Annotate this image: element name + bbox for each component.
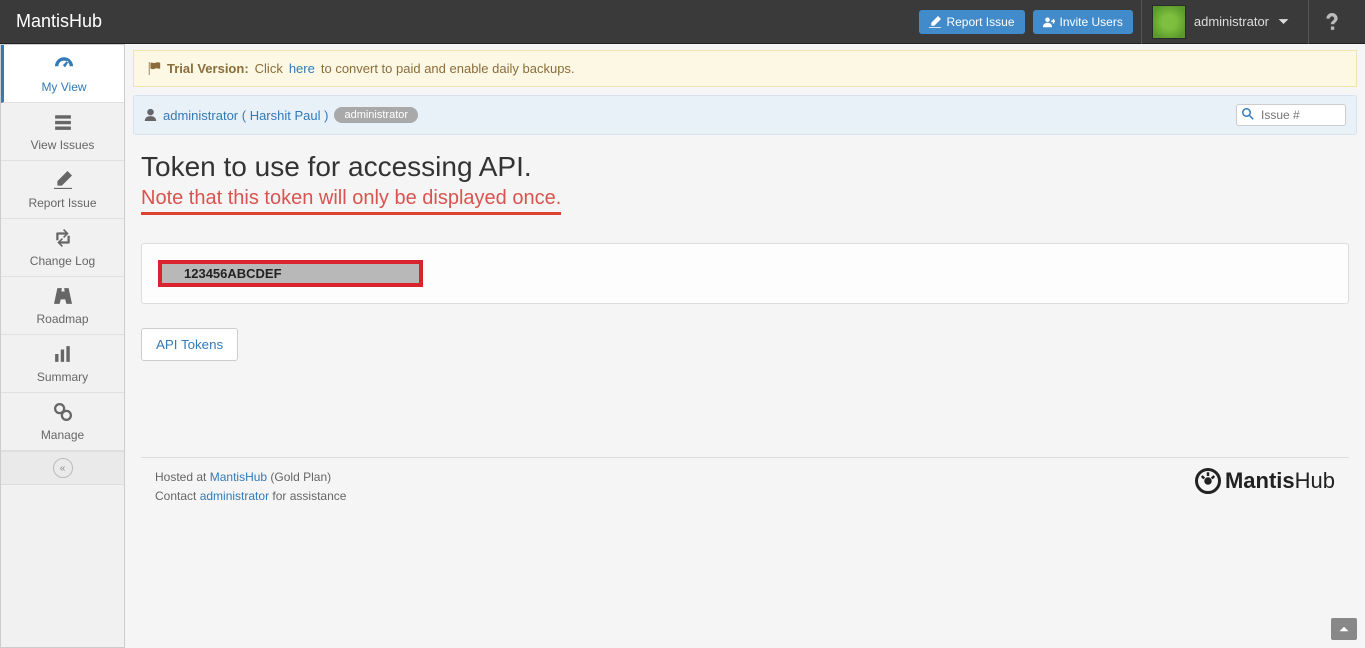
flag-icon: [148, 61, 161, 76]
api-tokens-button[interactable]: API Tokens: [141, 328, 238, 361]
sidebar-item-label: View Issues: [31, 138, 95, 152]
navbar: MantisHub Report Issue Invite Users admi…: [0, 0, 1365, 44]
dashboard-icon: [55, 55, 73, 76]
footer-hosted-link[interactable]: MantisHub: [210, 470, 267, 484]
trial-pre: Click: [255, 61, 283, 76]
main: Trial Version: Click here to convert to …: [125, 44, 1365, 648]
sidebar-item-label: My View: [41, 80, 86, 94]
report-issue-label: Report Issue: [946, 15, 1014, 29]
sidebar-item-manage[interactable]: Manage: [1, 393, 124, 451]
avatar: [1152, 5, 1186, 39]
footer-contact-pre: Contact: [155, 489, 196, 503]
issue-search: [1236, 104, 1346, 126]
trial-banner: Trial Version: Click here to convert to …: [133, 50, 1357, 87]
footer-logo-bold: Mantis: [1225, 468, 1295, 493]
sidebar-item-change-log[interactable]: Change Log: [1, 219, 124, 277]
gears-icon: [54, 403, 72, 424]
sidebar-item-label: Report Issue: [28, 196, 96, 210]
sidebar-item-roadmap[interactable]: Roadmap: [1, 277, 124, 335]
bug-icon: [1195, 468, 1221, 494]
footer-logo: MantisHub: [1195, 468, 1335, 494]
road-icon: [54, 287, 72, 308]
footer-left: Hosted at MantisHub (Gold Plan) Contact …: [155, 468, 346, 506]
token-panel: 123456ABCDEF: [141, 243, 1349, 304]
user-icon: [144, 108, 157, 123]
sidebar-item-my-view[interactable]: My View: [1, 45, 124, 103]
content: Token to use for accessing API. Note tha…: [125, 135, 1365, 648]
container: My View View Issues Report Issue Change …: [0, 44, 1365, 648]
question-icon: [1323, 13, 1341, 31]
retweet-icon: [54, 229, 72, 250]
scroll-top-button[interactable]: [1331, 618, 1357, 640]
sidebar-item-report-issue[interactable]: Report Issue: [1, 161, 124, 219]
sidebar-item-summary[interactable]: Summary: [1, 335, 124, 393]
footer-contact-link[interactable]: administrator: [200, 489, 269, 503]
chevron-up-icon: [1338, 623, 1350, 635]
trial-link[interactable]: here: [289, 61, 315, 76]
token-note-warning: Note that this token will only be displa…: [141, 187, 561, 215]
bar-chart-icon: [54, 345, 72, 366]
user-menu-label: administrator: [1194, 14, 1269, 29]
edit-icon: [929, 16, 941, 28]
sidebar-item-label: Change Log: [30, 254, 95, 268]
footer-hosted-post: (Gold Plan): [270, 470, 331, 484]
footer-logo-rest: Hub: [1295, 468, 1335, 493]
help-menu[interactable]: [1308, 0, 1355, 44]
sidebar-item-label: Summary: [37, 370, 88, 384]
role-badge: administrator: [334, 107, 418, 123]
sidebar-item-label: Roadmap: [36, 312, 88, 326]
search-icon: [1242, 108, 1254, 122]
breadcrumb-user-link[interactable]: administrator ( Harshit Paul ): [163, 108, 328, 123]
user-plus-icon: [1043, 16, 1055, 28]
invite-users-label: Invite Users: [1060, 15, 1123, 29]
sidebar: My View View Issues Report Issue Change …: [0, 44, 125, 648]
sidebar-item-label: Manage: [41, 428, 84, 442]
footer-hosted-pre: Hosted at: [155, 470, 206, 484]
chevron-left-icon: «: [53, 458, 73, 478]
user-menu[interactable]: administrator: [1141, 0, 1300, 44]
footer-contact-post: for assistance: [272, 489, 346, 503]
navbar-right: Report Issue Invite Users administrator: [919, 0, 1355, 44]
breadcrumb: administrator ( Harshit Paul ) administr…: [133, 95, 1357, 135]
sidebar-collapse-button[interactable]: «: [1, 451, 124, 485]
page-title: Token to use for accessing API.: [141, 151, 1349, 183]
list-icon: [54, 113, 72, 134]
report-issue-button[interactable]: Report Issue: [919, 10, 1024, 34]
edit-icon: [54, 171, 72, 192]
trial-post: to convert to paid and enable daily back…: [321, 61, 575, 76]
brand[interactable]: MantisHub: [10, 11, 102, 32]
sidebar-item-view-issues[interactable]: View Issues: [1, 103, 124, 161]
chevron-down-icon: [1277, 15, 1290, 28]
invite-users-button[interactable]: Invite Users: [1033, 10, 1133, 34]
trial-strong: Trial Version:: [167, 61, 249, 76]
footer: Hosted at MantisHub (Gold Plan) Contact …: [141, 457, 1349, 516]
token-highlight-box: 123456ABCDEF: [158, 260, 423, 287]
token-value: 123456ABCDEF: [184, 266, 282, 281]
